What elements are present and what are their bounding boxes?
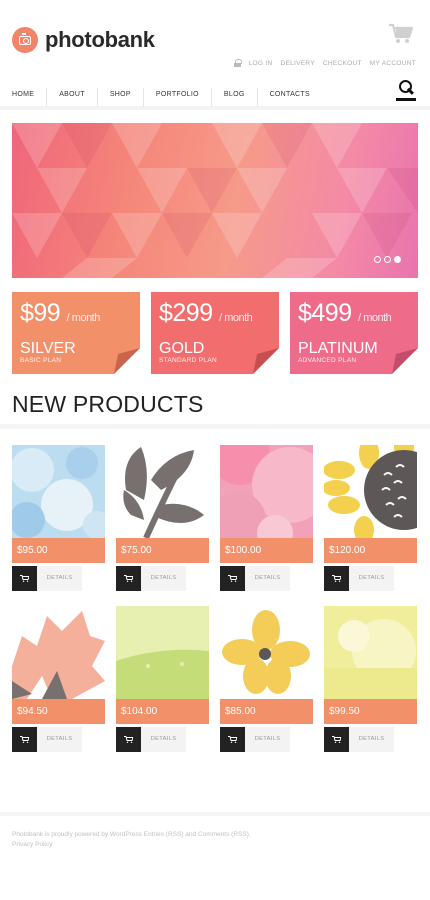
add-to-cart-button[interactable]: [220, 727, 245, 752]
section-title: NEW PRODUCTS: [12, 391, 204, 417]
details-button[interactable]: DETAILS: [245, 566, 290, 591]
page-fold-icon: [253, 348, 279, 374]
product-price: $75.00: [116, 538, 209, 563]
plan-period: / month: [66, 312, 101, 324]
slider-dot-3[interactable]: [394, 256, 401, 263]
user-links: LOG IN DELIVERY CHECKOUT MY ACCOUNT: [233, 59, 416, 67]
plan-silver[interactable]: $99 / month SILVER BASIC PLAN: [12, 292, 140, 374]
details-button[interactable]: DETAILS: [349, 727, 394, 752]
product-price: $94.50: [12, 699, 105, 724]
product-price: $95.00: [12, 538, 105, 563]
section-divider: [0, 424, 430, 429]
plan-gold[interactable]: $299 / month GOLD STANDARD PLAN: [151, 292, 279, 374]
product-image-yellow-flower[interactable]: [220, 606, 313, 699]
cart-icon: [20, 575, 29, 582]
add-to-cart-button[interactable]: [220, 566, 245, 591]
search-underline: [396, 98, 416, 101]
page-fold-icon: [114, 348, 140, 374]
product-card: $100.00 DETAILS: [220, 445, 313, 591]
cart-icon: [332, 575, 341, 582]
product-card: $75.00 DETAILS: [116, 445, 209, 591]
details-button[interactable]: DETAILS: [37, 727, 82, 752]
product-image-watercolor-sky[interactable]: [12, 445, 105, 538]
product-card: $99.50 DETAILS: [324, 606, 417, 752]
shopping-cart-icon[interactable]: [388, 23, 414, 45]
delivery-link[interactable]: DELIVERY: [280, 60, 314, 67]
footer-divider: [0, 812, 430, 816]
site-logo[interactable]: photobank: [12, 27, 155, 53]
product-image-sunflower[interactable]: [324, 445, 417, 538]
lock-icon: [233, 59, 242, 67]
plan-price: $299: [159, 299, 213, 327]
product-image-pink-petals[interactable]: [12, 606, 105, 699]
product-card: $95.00 DETAILS: [12, 445, 105, 591]
product-card: $85.00 DETAILS: [220, 606, 313, 752]
logo-text: photobank: [45, 27, 155, 52]
cart-icon: [228, 736, 237, 743]
footer: Photobank is proudly powered by WordPres…: [12, 830, 312, 850]
cart-icon: [228, 575, 237, 582]
cart-icon: [20, 736, 29, 743]
product-card: $104.00 DETAILS: [116, 606, 209, 752]
add-to-cart-button[interactable]: [324, 566, 349, 591]
product-card: $120.00 DETAILS: [324, 445, 417, 591]
hero-slider[interactable]: [12, 123, 418, 278]
cart-icon: [124, 736, 133, 743]
privacy-policy-link[interactable]: Privacy Policy: [12, 840, 312, 850]
add-to-cart-button[interactable]: [12, 566, 37, 591]
footer-credits: Photobank is proudly powered by WordPres…: [12, 831, 251, 838]
plan-price: $499: [298, 299, 352, 327]
add-to-cart-button[interactable]: [324, 727, 349, 752]
details-button[interactable]: DETAILS: [141, 566, 186, 591]
cart-icon: [124, 575, 133, 582]
product-price: $99.50: [324, 699, 417, 724]
product-price: $100.00: [220, 538, 313, 563]
product-price: $120.00: [324, 538, 417, 563]
plan-platinum[interactable]: $499 / month PLATINUM ADVANCED PLAN: [290, 292, 418, 374]
plan-price: $99: [20, 299, 61, 327]
nav-divider: [0, 106, 430, 110]
search-icon[interactable]: [396, 78, 416, 98]
product-image-pink-balloons[interactable]: [220, 445, 313, 538]
pricing-plans: $99 / month SILVER BASIC PLAN $299 / mon…: [12, 292, 418, 374]
details-button[interactable]: DETAILS: [245, 727, 290, 752]
product-image-green-field[interactable]: [116, 606, 209, 699]
plan-period: / month: [358, 312, 392, 324]
product-card: $94.50 DETAILS: [12, 606, 105, 752]
plan-period: / month: [219, 312, 253, 324]
product-price: $85.00: [220, 699, 313, 724]
details-button[interactable]: DETAILS: [141, 727, 186, 752]
slider-dots: [374, 256, 401, 263]
cart-icon: [332, 736, 341, 743]
add-to-cart-button[interactable]: [116, 566, 141, 591]
slider-dot-2[interactable]: [384, 256, 391, 263]
checkout-link[interactable]: CHECKOUT: [323, 60, 362, 67]
page-fold-icon: [392, 348, 418, 374]
my-account-link[interactable]: MY ACCOUNT: [370, 60, 416, 67]
details-button[interactable]: DETAILS: [349, 566, 394, 591]
login-link[interactable]: LOG IN: [249, 60, 273, 67]
add-to-cart-button[interactable]: [12, 727, 37, 752]
details-button[interactable]: DETAILS: [37, 566, 82, 591]
product-price: $104.00: [116, 699, 209, 724]
add-to-cart-button[interactable]: [116, 727, 141, 752]
slider-dot-1[interactable]: [374, 256, 381, 263]
product-image-yellow-sun[interactable]: [324, 606, 417, 699]
product-image-grey-leaf[interactable]: [116, 445, 209, 538]
camera-icon: [12, 27, 38, 53]
triangle-pattern: [12, 123, 418, 278]
